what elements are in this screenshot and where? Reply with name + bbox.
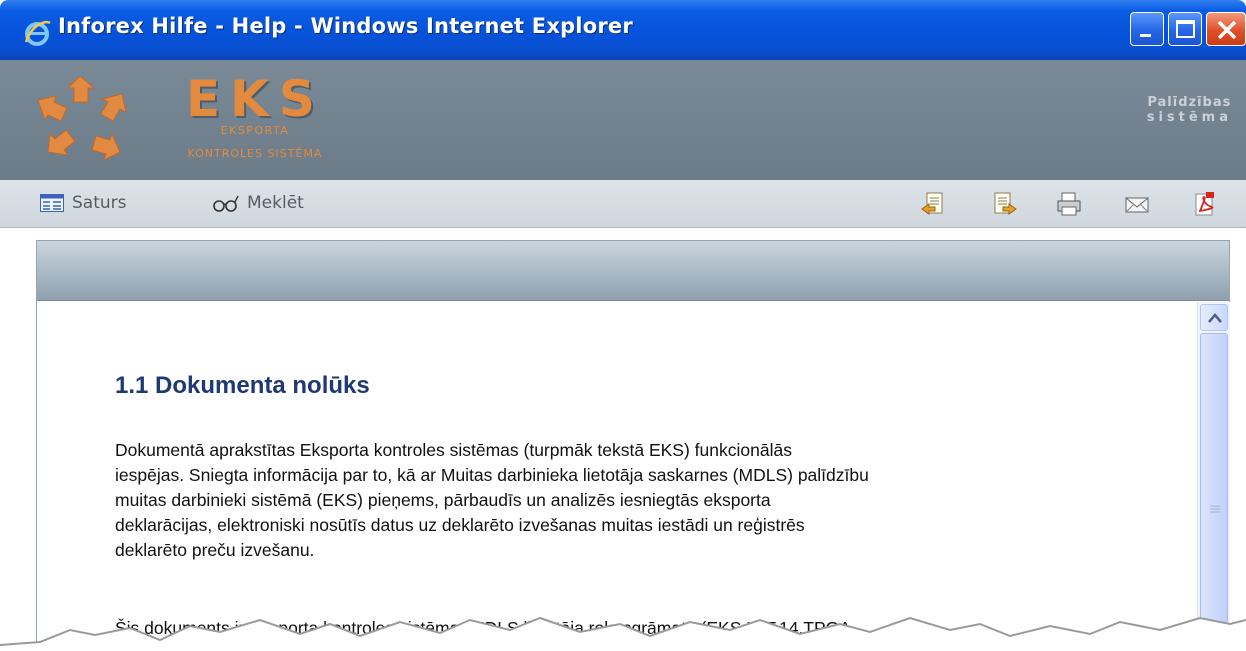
- help-toolbar: Saturs Meklēt: [0, 180, 1246, 228]
- logo-subtitle-2: KONTROLES SISTĒMA: [187, 147, 323, 160]
- chevron-up-icon: [1208, 313, 1222, 323]
- close-icon: [1217, 20, 1237, 40]
- paragraph-1: Dokumentā aprakstītas Eksporta kontroles…: [115, 438, 1155, 563]
- previous-page-icon[interactable]: [920, 191, 946, 217]
- contents-button[interactable]: Saturs: [40, 193, 127, 213]
- logo-title: EKS: [186, 70, 325, 128]
- pdf-icon[interactable]: [1192, 191, 1218, 217]
- search-label: Meklēt: [247, 193, 304, 213]
- contents-list-icon: [40, 194, 64, 212]
- torn-edge-decoration: [0, 616, 1246, 651]
- minimize-icon: [1140, 34, 1151, 37]
- help-system-line-2: sistēma: [1146, 110, 1232, 125]
- content-header-strip: [37, 241, 1229, 301]
- window-title-bar[interactable]: Inforex Hilfe - Help - Windows Internet …: [0, 0, 1246, 60]
- contents-label: Saturs: [72, 193, 127, 213]
- header-banner: EKS EKSPORTA KONTROLES SISTĒMA Palīdzība…: [0, 60, 1246, 180]
- close-button[interactable]: [1206, 12, 1246, 46]
- window-title: Inforex Hilfe - Help - Windows Internet …: [58, 14, 633, 38]
- paragraph-1-line: deklarācijas, elektroniski nosūtīs datus…: [115, 515, 805, 535]
- maximize-button[interactable]: [1168, 12, 1202, 46]
- paragraph-1-line: Dokumentā aprakstītas Eksporta kontroles…: [115, 440, 792, 460]
- maximize-icon: [1176, 20, 1195, 38]
- internet-explorer-icon: [24, 20, 51, 46]
- help-topic-content: 1.1 Dokumenta nolūks Dokumentā aprakstīt…: [37, 302, 1197, 651]
- search-glasses-icon: [213, 195, 239, 212]
- scroll-up-button[interactable]: [1200, 304, 1228, 331]
- paragraph-1-line: muitas darbinieki sistēmā (EKS) pieņems,…: [115, 490, 771, 510]
- eks-logo-icon: [37, 75, 127, 161]
- print-icon[interactable]: [1056, 191, 1082, 217]
- logo-subtitle-1: EKSPORTA: [220, 124, 290, 137]
- page-title: 1.1 Dokumenta nolūks: [115, 372, 370, 399]
- email-icon[interactable]: [1124, 191, 1150, 217]
- minimize-button[interactable]: [1130, 12, 1164, 46]
- help-system-line-1: Palīdzības: [1147, 95, 1232, 110]
- content-frame: 1.1 Dokumenta nolūks Dokumentā aprakstīt…: [36, 240, 1230, 651]
- next-page-icon[interactable]: [992, 191, 1018, 217]
- paragraph-1-line: iespējas. Sniegta informācija par to, kā…: [115, 465, 869, 485]
- scroll-grip-icon: [1210, 505, 1220, 513]
- vertical-scrollbar[interactable]: [1197, 302, 1230, 651]
- paragraph-1-line: deklarēto preču izvešanu.: [115, 540, 315, 560]
- help-system-label: Palīdzības sistēma: [1147, 95, 1232, 125]
- search-button[interactable]: Meklēt: [213, 193, 304, 213]
